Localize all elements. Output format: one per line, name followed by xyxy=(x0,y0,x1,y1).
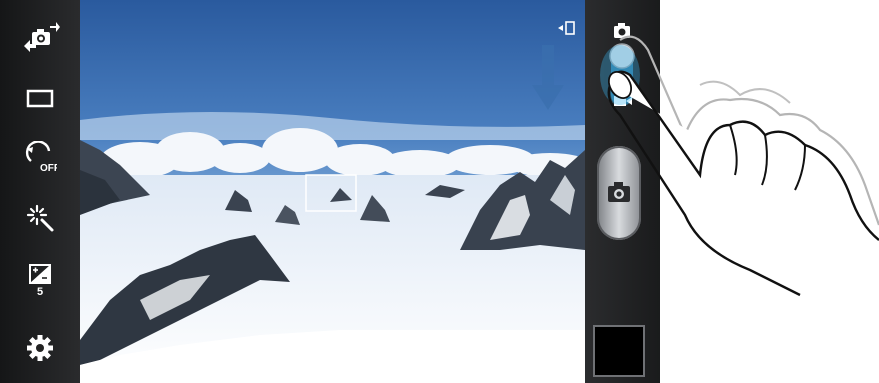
effects-button[interactable] xyxy=(20,200,60,236)
last-photo-thumbnail[interactable] xyxy=(593,325,645,377)
mode-switch[interactable] xyxy=(603,18,641,118)
camera-switch-icon xyxy=(24,22,60,52)
settings-button[interactable] xyxy=(20,330,60,366)
exposure-value: 5 xyxy=(36,286,44,298)
photo-size-button[interactable] xyxy=(20,80,60,116)
exposure-icon xyxy=(29,264,51,284)
left-toolbar: OFF 5 xyxy=(0,0,80,383)
magic-wand-icon xyxy=(26,204,54,232)
shutter-button[interactable] xyxy=(597,146,641,240)
mode-switch-graphic xyxy=(609,23,635,106)
camera-mode-icon xyxy=(614,23,630,38)
video-mode-icon xyxy=(614,96,626,106)
switch-camera-button[interactable] xyxy=(20,20,60,56)
timer-label: OFF xyxy=(40,163,57,174)
timer-button[interactable]: OFF xyxy=(20,140,60,176)
mode-switch-knob[interactable] xyxy=(609,43,635,69)
aspect-ratio-icon xyxy=(26,89,54,108)
exposure-button[interactable]: 5 xyxy=(20,262,60,306)
mountain-scene xyxy=(80,0,585,383)
right-toolbar xyxy=(585,0,660,383)
gear-icon xyxy=(27,335,53,361)
timer-off-icon: OFF xyxy=(25,141,57,174)
camera-screen: OFF 5 xyxy=(0,0,660,383)
viewfinder[interactable] xyxy=(80,0,585,383)
camera-icon xyxy=(608,182,630,202)
